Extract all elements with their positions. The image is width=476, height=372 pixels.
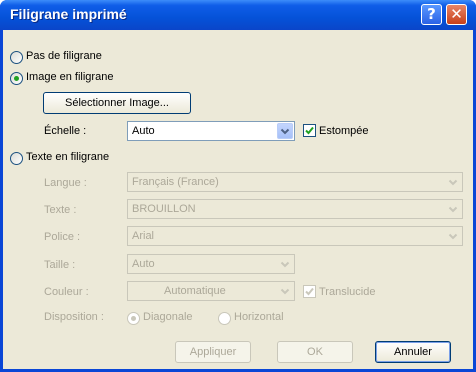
radio-selected-dot: [131, 316, 136, 321]
no-watermark-radio[interactable]: [10, 51, 23, 64]
font-select[interactable]: Arial: [127, 226, 463, 246]
horizontal-label: Horizontal: [234, 311, 284, 323]
chevron-down-icon: [277, 256, 293, 272]
checkmark-icon: [305, 287, 314, 296]
horizontal-radio[interactable]: [218, 312, 231, 325]
no-watermark-label[interactable]: Pas de filigrane: [26, 50, 102, 62]
size-label: Taille :: [44, 259, 76, 271]
scale-label: Échelle :: [44, 125, 87, 137]
text-select[interactable]: BROUILLON: [127, 199, 463, 219]
help-button[interactable]: ?: [421, 4, 442, 25]
color-label: Couleur :: [44, 286, 89, 298]
image-watermark-label[interactable]: Image en filigrane: [26, 71, 113, 83]
translucent-label: Translucide: [319, 286, 376, 298]
scale-value: Auto: [132, 125, 155, 137]
dialog-title: Filigrane imprimé: [10, 6, 127, 22]
diagonal-label: Diagonale: [143, 311, 193, 323]
washout-checkbox[interactable]: [303, 124, 316, 137]
select-image-button[interactable]: Sélectionner Image...: [43, 92, 191, 114]
chevron-down-icon: [445, 174, 461, 190]
chevron-down-icon: [445, 201, 461, 217]
diagonal-radio[interactable]: [127, 312, 140, 325]
color-select[interactable]: Automatique: [127, 281, 295, 301]
language-value: Français (France): [132, 176, 219, 188]
language-label: Langue :: [44, 177, 87, 189]
text-value: BROUILLON: [132, 203, 196, 215]
title-bar[interactable]: Filigrane imprimé ? ✕: [0, 0, 476, 30]
text-label: Texte :: [44, 204, 77, 216]
translucent-checkbox[interactable]: [303, 285, 316, 298]
chevron-down-icon: [445, 228, 461, 244]
dialog-window: Filigrane imprimé ? ✕ Pas de filigrane I…: [0, 0, 476, 372]
layout-label: Disposition :: [44, 311, 104, 323]
text-watermark-radio[interactable]: [10, 152, 23, 165]
size-select[interactable]: Auto: [127, 254, 295, 274]
close-button[interactable]: ✕: [446, 4, 467, 25]
scale-select[interactable]: Auto: [127, 121, 295, 141]
apply-button[interactable]: Appliquer: [175, 341, 251, 363]
font-value: Arial: [132, 230, 155, 242]
chevron-down-icon[interactable]: [277, 123, 293, 139]
ok-button[interactable]: OK: [277, 341, 353, 363]
language-select[interactable]: Français (France): [127, 172, 463, 192]
radio-selected-dot: [14, 76, 19, 81]
chevron-down-icon: [277, 283, 293, 299]
cancel-button[interactable]: Annuler: [375, 341, 451, 363]
text-watermark-label[interactable]: Texte en filigrane: [26, 151, 109, 163]
font-label: Police :: [44, 231, 81, 243]
size-value: Auto: [132, 258, 155, 270]
washout-label[interactable]: Estompée: [319, 125, 369, 137]
checkmark-icon: [305, 126, 314, 135]
dialog-body: Pas de filigrane Image en filigrane Séle…: [3, 30, 473, 369]
image-watermark-radio[interactable]: [10, 72, 23, 85]
color-value: Automatique: [164, 285, 226, 297]
